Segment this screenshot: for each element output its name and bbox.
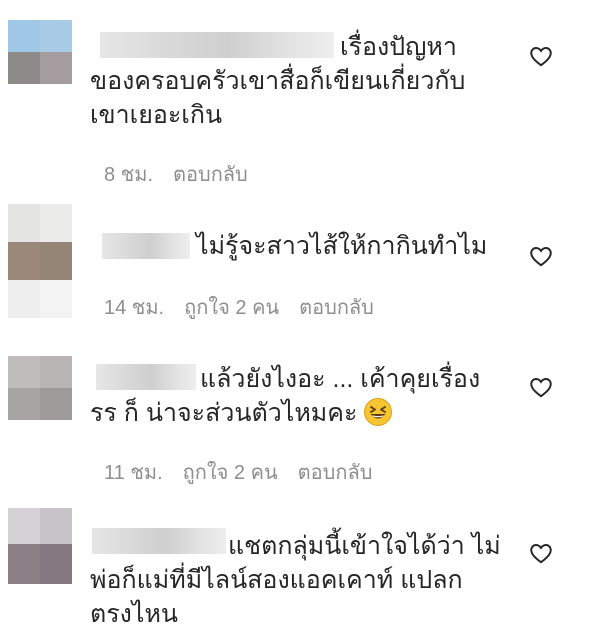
avatar[interactable]: [8, 356, 72, 420]
avatar[interactable]: [8, 508, 72, 584]
reply-button[interactable]: ตอบกลับ: [173, 158, 248, 190]
heart-icon[interactable]: [528, 374, 554, 400]
username-redacted[interactable]: [102, 233, 190, 259]
comment-time: 11 ชม.: [104, 462, 163, 484]
comment-text: แชตกลุ่มนี้เข้าใจได้ว่า ไม่ พ่อก็แม่ที่ม…: [90, 532, 501, 628]
comment-time: 8 ชม.: [104, 164, 153, 186]
reply-button[interactable]: ตอบกลับ: [299, 291, 374, 323]
like-count[interactable]: ถูกใจ 2 คน: [183, 456, 278, 488]
avatar[interactable]: [8, 204, 72, 318]
heart-icon[interactable]: [528, 243, 554, 269]
avatar[interactable]: [8, 20, 72, 84]
reply-button[interactable]: ตอบกลับ: [298, 456, 373, 488]
comment-meta: 8 ชม. ตอบกลับ: [104, 158, 248, 190]
grinning-squinting-face-emoji: [364, 398, 393, 426]
comment-time: 14 ชม.: [104, 297, 165, 319]
heart-icon[interactable]: [528, 43, 554, 69]
comment-text: แล้วยังไงอะ ... เค้าคุยเรื่อง รร ก็ น่าจ…: [90, 362, 510, 430]
comment-text: ไม่รู้จะสาวไส้ให้กากินทำไม: [196, 232, 488, 260]
comment-text-content: แล้วยังไงอะ ... เค้าคุยเรื่อง รร ก็ น่าจ…: [90, 365, 481, 427]
comment-meta: 14 ชม. ถูกใจ 2 คน ตอบกลับ: [104, 291, 374, 323]
like-count[interactable]: ถูกใจ 2 คน: [184, 291, 279, 323]
comment-text: เรื่องปัญหา ของครอบครัวเขาสื่อก็เขียนเกี…: [90, 33, 466, 129]
heart-icon[interactable]: [528, 540, 554, 566]
comment-meta: 11 ชม. ถูกใจ 2 คน ตอบกลับ: [104, 456, 372, 488]
